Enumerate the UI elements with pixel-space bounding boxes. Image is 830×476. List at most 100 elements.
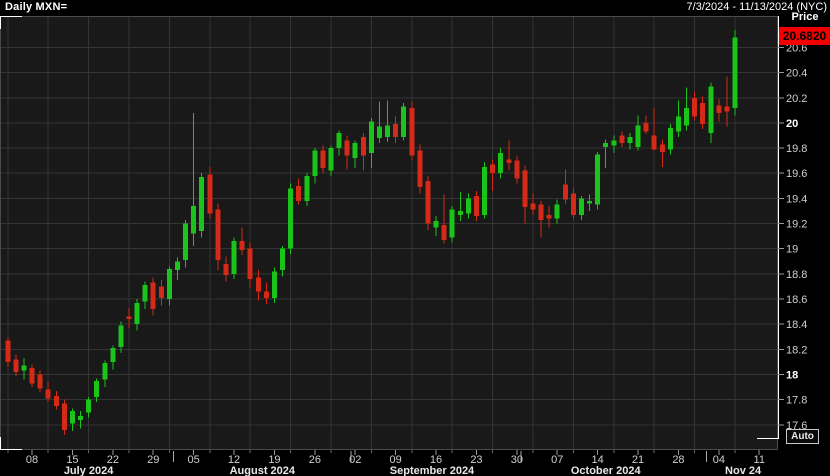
candle-body-down <box>62 403 67 429</box>
candle-body-up <box>191 206 196 234</box>
candle-body-up <box>199 177 204 231</box>
candle-body-down <box>159 286 164 297</box>
y-tick-label: 20 <box>786 118 798 130</box>
y-tick-label: 18 <box>786 370 798 382</box>
candle-body-down <box>240 241 245 250</box>
candle-body-down <box>506 159 511 163</box>
candle-body-up <box>86 400 91 413</box>
candle-body-down <box>531 203 536 209</box>
candle-body-up <box>434 221 439 227</box>
y-tick-label: 20.4 <box>786 68 807 80</box>
candle-body-up <box>175 261 180 270</box>
candle-body-down <box>644 123 649 132</box>
candle-body-up <box>733 37 738 107</box>
candle-body-down <box>619 136 624 144</box>
candle-body-up <box>118 325 123 346</box>
candle-body-up <box>579 198 584 214</box>
candle-body-up <box>143 285 148 301</box>
y-tick-label: 18.6 <box>786 294 807 306</box>
candle-body-up <box>288 188 293 248</box>
candle-body-up <box>627 137 632 143</box>
candle-body-up <box>636 125 641 146</box>
candle-body-up <box>603 143 608 147</box>
y-tick-label: 19.4 <box>786 193 807 205</box>
candle-body-down <box>38 375 43 389</box>
candle-body-up <box>466 198 471 213</box>
candle-body-up <box>21 366 26 371</box>
candle-body-up <box>232 241 237 274</box>
y-tick-label: 17.8 <box>786 395 807 407</box>
y-tick-label: 19.2 <box>786 219 807 231</box>
candle-body-down <box>393 124 398 137</box>
candle-body-up <box>353 143 358 158</box>
candle-body-down <box>13 359 18 372</box>
candle-body-down <box>425 181 430 224</box>
candle-body-up <box>450 210 455 238</box>
y-tick-label: 20.2 <box>786 93 807 105</box>
candle-body-down <box>417 151 422 187</box>
candle-body-up <box>304 176 309 201</box>
candle-body-down <box>652 136 657 150</box>
candle-body-down <box>264 291 269 297</box>
candle-body-down <box>571 193 576 214</box>
x-tick-label: 28 <box>672 454 684 466</box>
candle-body-down <box>127 317 132 320</box>
x-tick-label: 07 <box>551 454 563 466</box>
candle-body-down <box>151 283 156 309</box>
candle-body-down <box>724 107 729 112</box>
candle-body-up <box>312 151 317 176</box>
candle-body-up <box>329 148 334 171</box>
candle-body-down <box>660 144 665 152</box>
candle-body-down <box>700 103 705 124</box>
candle-body-down <box>207 175 212 214</box>
candle-body-down <box>5 341 10 362</box>
month-label: August 2024 <box>230 465 296 476</box>
price-axis-header: Price <box>782 11 828 23</box>
candle-body-down <box>490 164 495 173</box>
candle-body-up <box>498 153 503 173</box>
y-tick-label: 19 <box>786 244 798 256</box>
candle-body-down <box>716 105 721 113</box>
candle-body-up <box>684 108 689 126</box>
x-tick-label: 29 <box>147 454 159 466</box>
candle-body-up <box>94 381 99 397</box>
candle-body-up <box>70 411 75 424</box>
candle-body-down <box>296 186 301 201</box>
candle-body-up <box>135 303 140 324</box>
chart-window: Daily MXN= 7/3/2024 - 11/13/2024 (NYC) 1… <box>0 0 830 476</box>
x-tick-label: 05 <box>188 454 200 466</box>
y-tick-label: 18.8 <box>786 269 807 281</box>
candle-body-up <box>102 363 107 379</box>
candle-body-down <box>522 171 527 207</box>
month-label: October 2024 <box>571 465 642 476</box>
candle-body-up <box>280 249 285 270</box>
last-price-badge: 20.6820 <box>779 27 830 45</box>
candle-body-down <box>361 137 366 156</box>
candle-body-down <box>223 264 228 275</box>
candle-body-up <box>676 117 681 132</box>
candlestick-plot: 17.617.81818.218.418.618.81919.219.419.6… <box>0 0 830 476</box>
candle-body-down <box>539 205 544 220</box>
candle-body-down <box>474 196 479 216</box>
candle-body-down <box>547 215 552 219</box>
candle-body-up <box>78 416 83 420</box>
candle-body-down <box>409 108 414 156</box>
auto-scale-button[interactable]: Auto <box>786 429 819 444</box>
candle-body-up <box>385 125 390 136</box>
y-tick-label: 19.8 <box>786 143 807 155</box>
y-tick-label: 19.6 <box>786 168 807 180</box>
candle-body-up <box>458 211 463 215</box>
candle-body-up <box>369 122 374 153</box>
x-tick-label: 26 <box>309 454 321 466</box>
plot-background <box>0 16 778 450</box>
month-label: Nov 24 <box>725 465 762 476</box>
candle-body-down <box>692 98 697 117</box>
candle-body-up <box>555 205 560 219</box>
y-tick-label: 18.4 <box>786 319 807 331</box>
candle-body-up <box>595 154 600 204</box>
candle-body-up <box>272 271 277 297</box>
candle-body-up <box>377 127 382 138</box>
candle-body-up <box>611 141 616 146</box>
candle-body-down <box>54 396 59 406</box>
candle-body-up <box>668 128 673 149</box>
